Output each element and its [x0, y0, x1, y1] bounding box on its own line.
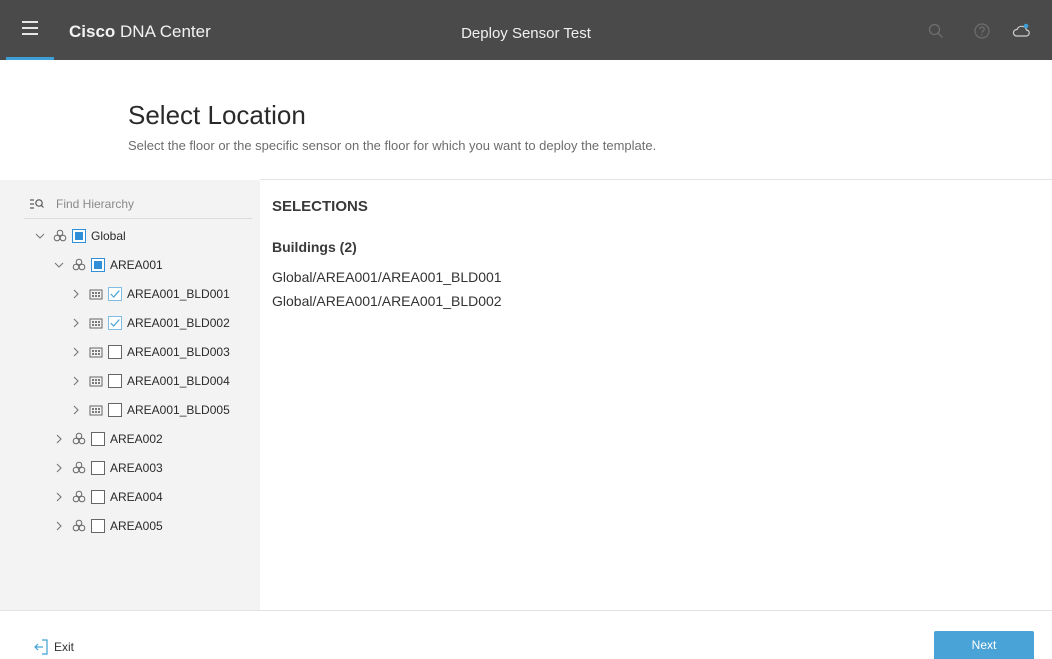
tree-node[interactable]: AREA005: [53, 516, 163, 536]
tree-node[interactable]: AREA001_BLD003: [70, 342, 230, 362]
section-divider: [260, 179, 1052, 180]
tree-node-checkbox[interactable]: [108, 316, 122, 330]
filter-search-icon: [30, 199, 44, 209]
tree-node[interactable]: AREA001_BLD002: [70, 313, 230, 333]
buildings-group-heading: Buildings (2): [272, 239, 357, 255]
area-icon: [72, 432, 86, 445]
tree-node[interactable]: AREA003: [53, 458, 163, 478]
area-icon: [72, 519, 86, 532]
tree-node-label[interactable]: AREA005: [110, 519, 163, 533]
tree-node[interactable]: AREA004: [53, 487, 163, 507]
building-icon: [89, 347, 103, 358]
tree-node-label[interactable]: AREA001_BLD005: [127, 403, 230, 417]
chevron-right-icon[interactable]: [70, 288, 82, 300]
tree-node-label[interactable]: AREA001_BLD004: [127, 374, 230, 388]
chevron-right-icon[interactable]: [70, 375, 82, 387]
chevron-right-icon[interactable]: [70, 404, 82, 416]
exit-label: Exit: [54, 640, 75, 654]
page-subtitle: Select the floor or the specific sensor …: [128, 138, 657, 153]
tree-node-label[interactable]: AREA002: [110, 432, 163, 446]
tree-node[interactable]: AREA001_BLD004: [70, 371, 230, 391]
checkmark-icon: [110, 319, 120, 327]
next-button[interactable]: Next: [934, 631, 1034, 659]
area-icon: [72, 490, 86, 503]
building-icon: [89, 289, 103, 300]
building-icon: [89, 376, 103, 387]
chevron-down-icon[interactable]: [53, 259, 65, 271]
tree-node-checkbox[interactable]: [72, 229, 86, 243]
tree-node[interactable]: AREA001_BLD005: [70, 400, 230, 420]
tree-node[interactable]: AREA002: [53, 429, 163, 449]
exit-button[interactable]: Exit: [34, 639, 74, 655]
top-navigation-bar: Cisco DNA Center Deploy Sensor Test: [0, 0, 1052, 60]
chevron-right-icon[interactable]: [53, 462, 65, 474]
tree-node-checkbox[interactable]: [108, 403, 122, 417]
chevron-right-icon[interactable]: [53, 520, 65, 532]
area-icon: [53, 229, 67, 242]
tree-node[interactable]: Global: [34, 226, 126, 246]
cloud-notification-icon[interactable]: [1012, 22, 1030, 40]
chevron-right-icon[interactable]: [70, 346, 82, 358]
selections-heading: SELECTIONS: [272, 198, 368, 215]
tree-node-label[interactable]: AREA003: [110, 461, 163, 475]
selected-building-item: Global/AREA001/AREA001_BLD001: [272, 269, 502, 285]
hierarchy-panel: Global AREA001 AREA001_BLD001 AREA001_BLD00…: [0, 180, 260, 610]
building-icon: [89, 405, 103, 416]
tree-node-checkbox[interactable]: [91, 432, 105, 446]
tree-node-label[interactable]: Global: [91, 229, 126, 243]
tree-node-checkbox[interactable]: [108, 287, 122, 301]
hierarchy-search: [24, 193, 252, 219]
tree-node-checkbox[interactable]: [91, 258, 105, 272]
tree-node-label[interactable]: AREA001_BLD001: [127, 287, 230, 301]
tree-node-checkbox[interactable]: [108, 374, 122, 388]
chevron-right-icon[interactable]: [70, 317, 82, 329]
footer-divider: [0, 610, 1052, 611]
help-icon[interactable]: [973, 22, 991, 40]
active-tab-indicator: [6, 57, 54, 60]
tree-node[interactable]: AREA001_BLD001: [70, 284, 230, 304]
tree-node-checkbox[interactable]: [91, 490, 105, 504]
tree-node-checkbox[interactable]: [91, 519, 105, 533]
area-icon: [72, 461, 86, 474]
chevron-down-icon[interactable]: [34, 230, 46, 242]
tree-node-checkbox[interactable]: [91, 461, 105, 475]
tree-node-label[interactable]: AREA004: [110, 490, 163, 504]
tree-node-label[interactable]: AREA001: [110, 258, 163, 272]
app-title: Deploy Sensor Test: [461, 25, 591, 42]
tree-node-checkbox[interactable]: [108, 345, 122, 359]
page-title: Select Location: [128, 100, 306, 130]
checkmark-icon: [110, 290, 120, 298]
find-hierarchy-input[interactable]: [56, 193, 246, 215]
tree-node-label[interactable]: AREA001_BLD003: [127, 345, 230, 359]
area-icon: [72, 258, 86, 271]
tree-node-label[interactable]: AREA001_BLD002: [127, 316, 230, 330]
tree-node[interactable]: AREA001: [53, 255, 163, 275]
chevron-right-icon[interactable]: [53, 491, 65, 503]
chevron-right-icon[interactable]: [53, 433, 65, 445]
exit-icon: [34, 639, 48, 655]
search-icon[interactable]: [927, 22, 945, 40]
selected-building-item: Global/AREA001/AREA001_BLD002: [272, 293, 502, 309]
building-icon: [89, 318, 103, 329]
